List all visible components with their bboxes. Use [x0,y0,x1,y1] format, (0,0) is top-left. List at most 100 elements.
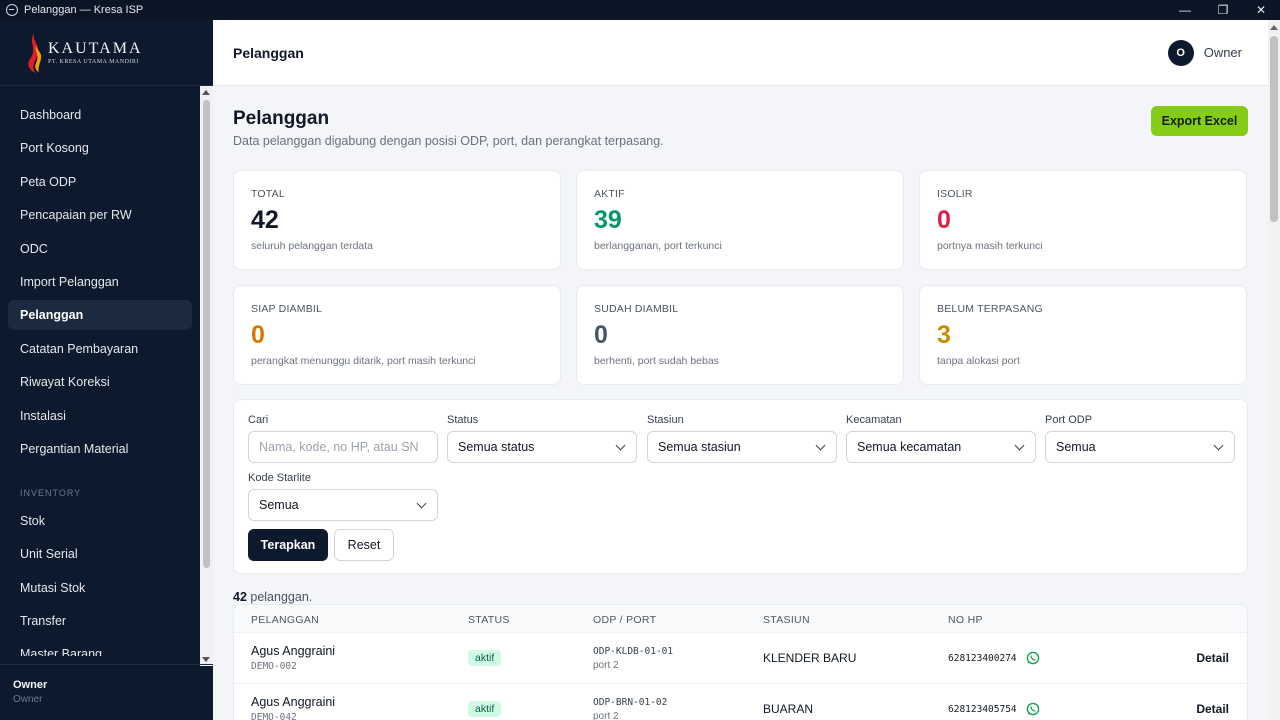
sidebar-item-pergantian-material[interactable]: Pergantian Material [8,434,192,464]
header-title: Pelanggan [233,44,304,61]
stat-value: 3 [937,321,951,349]
sidebar-item-pelanggan[interactable]: Pelanggan [8,300,192,331]
sidebar-item-stok[interactable]: Stok [8,506,192,536]
sidebar-nav: Dashboard Port Kosong Peta ODP Pencapaia… [0,100,200,656]
brand-tagline: PT. KRESA UTAMA MANDIRI [48,59,139,65]
status-label: Status [447,414,479,426]
stat-desc: berhenti, port sudah bebas [594,355,719,367]
detail-link[interactable]: Detail [1196,702,1229,716]
sidebar-item-pencapaian-rw[interactable]: Pencapaian per RW [8,200,192,230]
station-name: BUARAN [763,702,814,716]
window-title: Pelanggan — Kresa ISP [24,4,144,16]
minimize-button[interactable]: — [1166,0,1204,20]
starlite-select-value: Semua [259,498,299,512]
col-header-stasiun[interactable]: STASIUN [763,614,810,626]
sidebar-user[interactable]: Owner Owner [0,664,213,720]
chevron-down-icon [615,440,626,451]
search-input[interactable]: Nama, kode, no HP, atau SN [248,431,438,463]
window-titlebar: Pelanggan — Kresa ISP — ❐ ✕ [0,0,1280,20]
col-header-pelanggan[interactable]: PELANGGAN [251,614,319,626]
header-user-name[interactable]: Owner [1204,45,1242,60]
sidebar-item-master-barang[interactable]: Master Barang [8,639,192,656]
sidebar-item-transfer[interactable]: Transfer [8,606,192,636]
station-select[interactable]: Semua stasiun [647,431,837,463]
apply-filter-button[interactable]: Terapkan [248,529,328,561]
sidebar-item-peta-odp[interactable]: Peta ODP [8,167,192,197]
avatar[interactable]: O [1167,39,1194,66]
chevron-down-icon [1014,440,1025,451]
top-header: Pelanggan O Owner [213,20,1268,86]
stat-value: 39 [594,206,622,234]
sidebar-scrollbar[interactable] [200,86,213,666]
sidebar-item-unit-serial[interactable]: Unit Serial [8,539,192,569]
main-scroll-thumb[interactable] [1270,36,1278,222]
district-label: Kecamatan [846,414,902,426]
whatsapp-icon[interactable] [1026,702,1040,716]
scroll-up-arrow-icon[interactable] [1270,25,1278,30]
sidebar-item-dashboard[interactable]: Dashboard [8,100,192,130]
port-number: port 2 [593,711,619,720]
table-row[interactable]: Agus Anggraini DEMO-042 aktif ODP-BRN-01… [234,684,1247,720]
status-select[interactable]: Semua status [447,431,637,463]
stat-desc: perangkat menunggu ditarik, port masih t… [251,355,476,367]
flame-logo-icon [24,31,44,75]
stat-card-aktif: AKTIF 39 berlangganan, port terkunci [576,170,904,270]
station-label: Stasiun [647,414,684,426]
sidebar-item-mutasi-stok[interactable]: Mutasi Stok [8,573,192,603]
stat-value: 42 [251,206,279,234]
table-header: PELANGGAN STATUS ODP / PORT STASIUN NO H… [234,605,1247,633]
detail-link[interactable]: Detail [1196,651,1229,665]
whatsapp-icon[interactable] [1026,651,1040,665]
sidebar-item-riwayat-koreksi[interactable]: Riwayat Koreksi [8,367,192,397]
stat-card-total: TOTAL 42 seluruh pelanggan terdata [233,170,561,270]
reset-filter-button[interactable]: Reset [334,529,394,561]
table-row[interactable]: Agus Anggraini DEMO-002 aktif ODP-KLDB-0… [234,633,1247,684]
col-header-odp-port[interactable]: ODP / PORT [593,614,656,626]
export-excel-button[interactable]: Export Excel [1151,106,1248,136]
maximize-button[interactable]: ❐ [1204,0,1242,20]
close-button[interactable]: ✕ [1242,0,1280,20]
brand-name: KAUTAMA [48,40,143,57]
starlite-label: Kode Starlite [248,472,311,484]
sidebar-section-inventory: INVENTORY [20,487,82,498]
stat-label: SIAP DIAMBIL [251,303,323,315]
odp-code: ODP-BRN-01-02 [593,697,668,708]
scroll-down-arrow-icon[interactable] [202,657,210,662]
scroll-up-arrow-icon[interactable] [202,90,210,95]
port-odp-select[interactable]: Semua [1045,431,1235,463]
port-odp-label: Port ODP [1045,414,1093,426]
sidebar-user-name: Owner [13,679,48,691]
starlite-select[interactable]: Semua [248,489,438,521]
customer-name: Agus Anggraini [251,644,336,658]
page-title: Pelanggan [233,108,330,129]
phone-number: 628123405754 [948,704,1017,715]
chevron-down-icon [815,440,826,451]
odp-code: ODP-KLDB-01-01 [593,646,674,657]
stat-card-belum-terpasang: BELUM TERPASANG 3 tanpa alokasi port [919,285,1247,385]
customer-table: PELANGGAN STATUS ODP / PORT STASIUN NO H… [233,604,1248,720]
stat-card-siap-diambil: SIAP DIAMBIL 0 perangkat menunggu ditari… [233,285,561,385]
district-select-value: Semua kecamatan [857,440,962,454]
stat-value: 0 [251,321,265,349]
col-header-no-hp[interactable]: NO HP [948,614,983,626]
search-label: Cari [248,414,269,426]
sidebar-item-port-kosong[interactable]: Port Kosong [8,133,192,163]
stat-desc: seluruh pelanggan terdata [251,240,374,252]
col-header-status[interactable]: STATUS [468,614,510,626]
port-number: port 2 [593,660,619,671]
district-select[interactable]: Semua kecamatan [846,431,1036,463]
sidebar-item-catatan-pembayaran[interactable]: Catatan Pembayaran [8,334,192,364]
stat-label: AKTIF [594,188,625,200]
sidebar-item-import-pelanggan[interactable]: Import Pelanggan [8,267,192,297]
sidebar-item-odc[interactable]: ODC [8,234,192,264]
customer-code: DEMO-042 [251,712,297,720]
sidebar: KAUTAMA PT. KRESA UTAMA MANDIRI Dashboar… [0,20,213,720]
stat-value: 0 [594,321,608,349]
stat-label: TOTAL [251,188,285,200]
main-scrollbar[interactable] [1268,20,1280,720]
stat-value: 0 [937,206,951,234]
brand-logo[interactable]: KAUTAMA PT. KRESA UTAMA MANDIRI [0,20,213,86]
sidebar-scroll-thumb[interactable] [203,100,210,568]
page-subtitle: Data pelanggan digabung dengan posisi OD… [233,134,664,148]
sidebar-item-instalasi[interactable]: Instalasi [8,401,192,431]
